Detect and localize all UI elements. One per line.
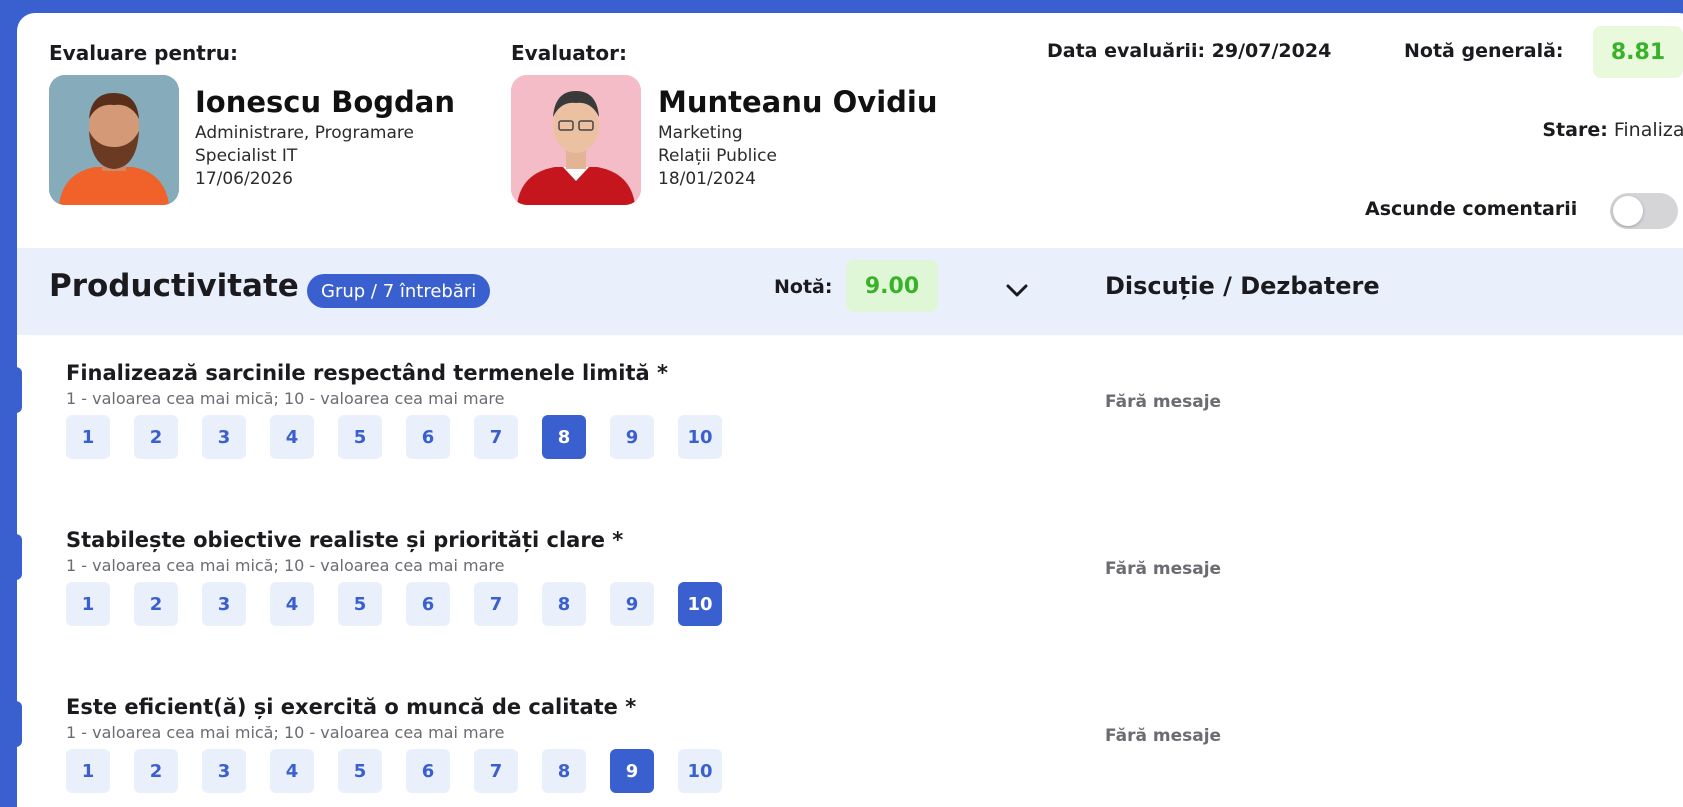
section-group-badge: Grup / 7 întrebări xyxy=(307,274,491,308)
no-messages-text: Fără mesaje xyxy=(1105,559,1222,579)
rating-option-3[interactable]: 3 xyxy=(202,749,246,793)
evaluator-department: Marketing xyxy=(658,123,743,143)
rating-scale: 1 2 3 4 5 6 7 8 9 10 xyxy=(66,749,722,793)
question-title: Finalizează sarcinile respectând termene… xyxy=(66,361,668,385)
evaluation-card: Evaluare pentru: Ionescu Bogdan Administ… xyxy=(17,13,1683,807)
no-messages-text: Fără mesaje xyxy=(1105,392,1222,412)
rating-scale: 1 2 3 4 5 6 7 8 9 10 xyxy=(66,582,722,626)
hide-comments-toggle[interactable] xyxy=(1610,193,1678,229)
rating-scale: 1 2 3 4 5 6 7 8 9 10 xyxy=(66,415,722,459)
section-score-label: Notă: xyxy=(774,276,833,298)
question-item: Stabilește obiective realiste și priorit… xyxy=(17,502,1683,662)
rating-option-2[interactable]: 2 xyxy=(134,582,178,626)
hide-comments-label: Ascunde comentarii xyxy=(1365,198,1578,220)
overall-score-label: Notă generală: xyxy=(1404,40,1564,62)
rating-option-1[interactable]: 1 xyxy=(66,415,110,459)
question-subtitle: 1 - valoarea cea mai mică; 10 - valoarea… xyxy=(66,556,505,575)
rating-option-7[interactable]: 7 xyxy=(474,582,518,626)
rating-option-4[interactable]: 4 xyxy=(270,582,314,626)
rating-option-5[interactable]: 5 xyxy=(338,749,382,793)
chevron-down-icon[interactable] xyxy=(1002,275,1032,305)
rating-option-9[interactable]: 9 xyxy=(610,749,654,793)
rating-option-5[interactable]: 5 xyxy=(338,415,382,459)
evaluee-avatar xyxy=(49,75,179,205)
rating-option-7[interactable]: 7 xyxy=(474,415,518,459)
rating-option-1[interactable]: 1 xyxy=(66,582,110,626)
evaluator-name: Munteanu Ovidiu xyxy=(658,85,938,119)
rating-option-3[interactable]: 3 xyxy=(202,582,246,626)
section-title: Productivitate xyxy=(49,268,299,304)
overall-score-badge: 8.81 xyxy=(1593,26,1683,78)
evaluator-date: 18/01/2024 xyxy=(658,169,756,189)
rating-option-1[interactable]: 1 xyxy=(66,749,110,793)
question-marker xyxy=(17,367,22,413)
section-header: Productivitate Grup / 7 întrebări Notă: … xyxy=(17,248,1683,335)
question-item: Finalizează sarcinile respectând termene… xyxy=(17,335,1683,495)
rating-option-4[interactable]: 4 xyxy=(270,749,314,793)
rating-option-8[interactable]: 8 xyxy=(542,749,586,793)
rating-option-7[interactable]: 7 xyxy=(474,749,518,793)
evaluee-date: 17/06/2026 xyxy=(195,169,293,189)
rating-option-4[interactable]: 4 xyxy=(270,415,314,459)
question-item: Este eficient(ă) și exercită o muncă de … xyxy=(17,669,1683,807)
question-subtitle: 1 - valoarea cea mai mică; 10 - valoarea… xyxy=(66,389,505,408)
rating-option-2[interactable]: 2 xyxy=(134,415,178,459)
rating-option-10[interactable]: 10 xyxy=(678,582,722,626)
evaluee-label: Evaluare pentru: xyxy=(49,41,238,65)
evaluee-department: Administrare, Programare xyxy=(195,123,414,143)
evaluation-date: Data evaluării: 29/07/2024 xyxy=(1047,40,1332,62)
rating-option-10[interactable]: 10 xyxy=(678,749,722,793)
evaluator-role: Relații Publice xyxy=(658,146,777,166)
rating-option-5[interactable]: 5 xyxy=(338,582,382,626)
status: Stare: Finalizat xyxy=(1542,119,1683,141)
rating-option-9[interactable]: 9 xyxy=(610,582,654,626)
evaluator-label: Evaluator: xyxy=(511,41,627,65)
rating-option-8[interactable]: 8 xyxy=(542,415,586,459)
status-value: Finalizat xyxy=(1613,119,1683,141)
rating-option-6[interactable]: 6 xyxy=(406,582,450,626)
rating-option-6[interactable]: 6 xyxy=(406,415,450,459)
evaluee-role: Specialist IT xyxy=(195,146,298,166)
question-title: Este eficient(ă) și exercită o muncă de … xyxy=(66,695,637,719)
rating-option-8[interactable]: 8 xyxy=(542,582,586,626)
rating-option-6[interactable]: 6 xyxy=(406,749,450,793)
status-label: Stare: xyxy=(1542,119,1608,141)
discussion-title: Discuție / Dezbatere xyxy=(1105,272,1380,300)
rating-option-10[interactable]: 10 xyxy=(678,415,722,459)
question-marker xyxy=(17,701,22,747)
evaluee-name: Ionescu Bogdan xyxy=(195,85,455,119)
no-messages-text: Fără mesaje xyxy=(1105,726,1222,746)
toggle-knob xyxy=(1613,196,1643,226)
rating-option-2[interactable]: 2 xyxy=(134,749,178,793)
evaluator-avatar xyxy=(511,75,641,205)
question-marker xyxy=(17,534,22,580)
rating-option-3[interactable]: 3 xyxy=(202,415,246,459)
rating-option-9[interactable]: 9 xyxy=(610,415,654,459)
section-score-badge: 9.00 xyxy=(846,260,938,312)
question-title: Stabilește obiective realiste și priorit… xyxy=(66,528,624,552)
question-subtitle: 1 - valoarea cea mai mică; 10 - valoarea… xyxy=(66,723,505,742)
